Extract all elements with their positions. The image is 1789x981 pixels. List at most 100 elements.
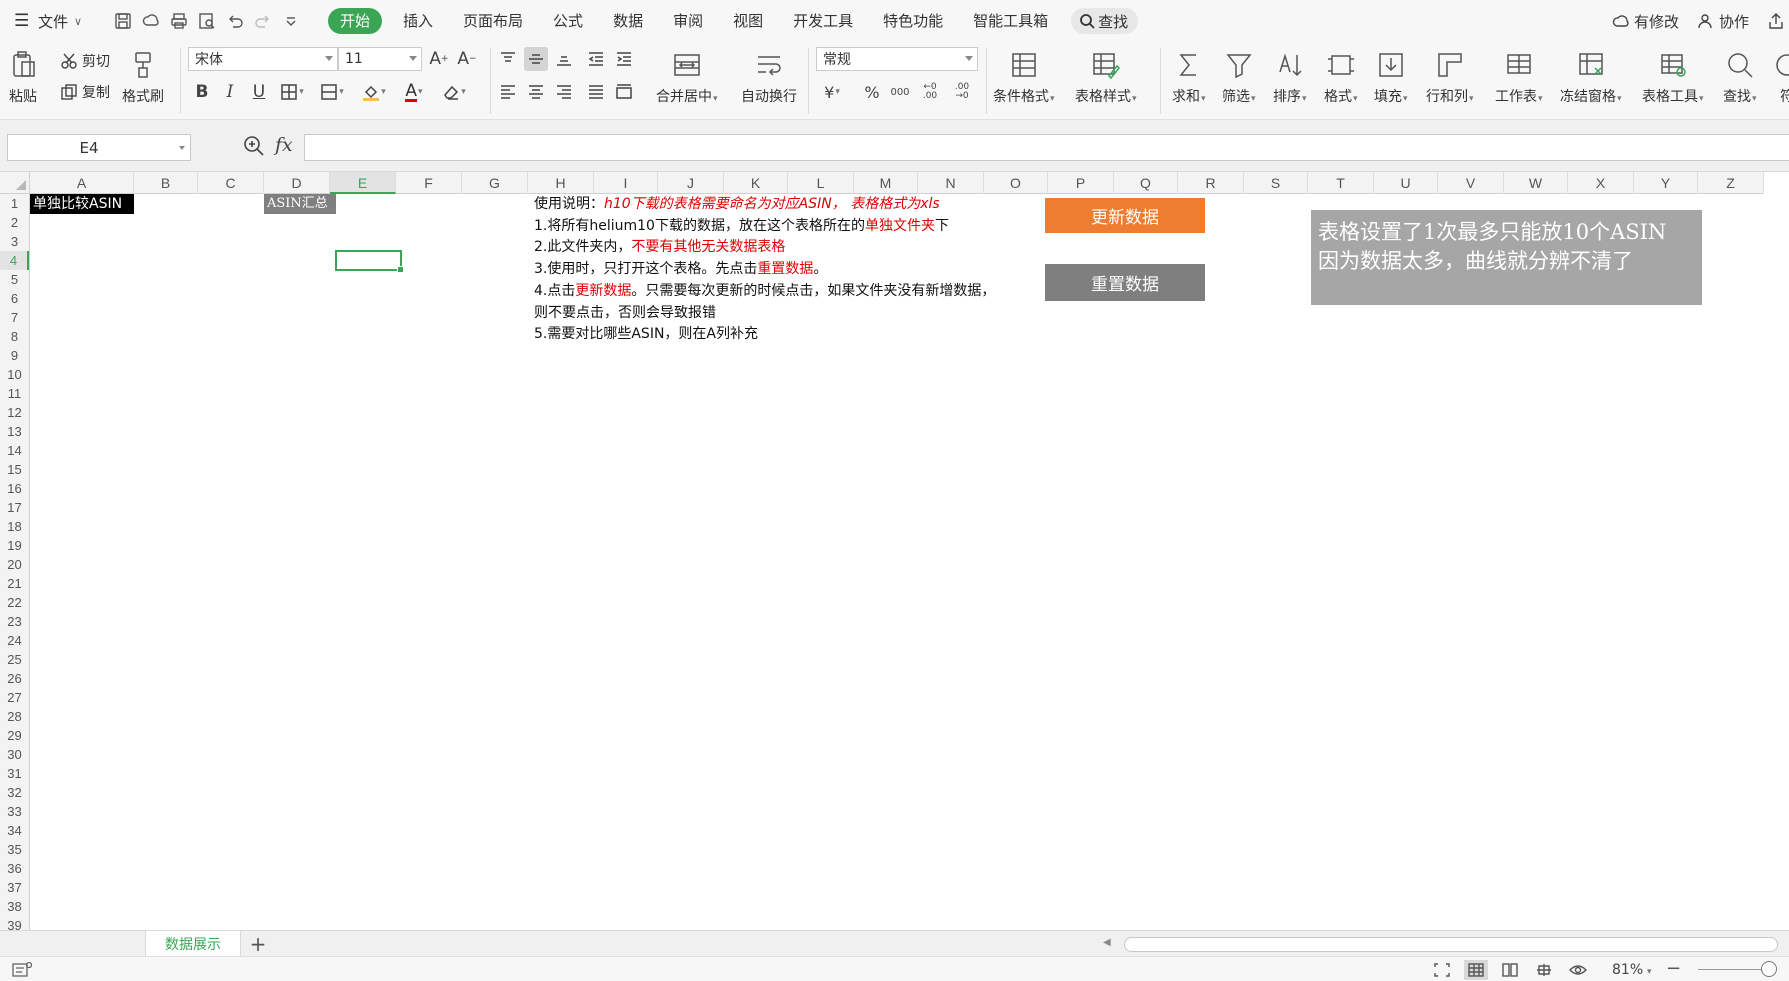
row-header-15[interactable]: 15 <box>0 460 29 479</box>
row-header-38[interactable]: 38 <box>0 897 29 916</box>
column-header-x[interactable]: X <box>1568 172 1634 194</box>
column-header-r[interactable]: R <box>1178 172 1244 194</box>
reset-data-button[interactable]: 重置数据 <box>1045 264 1205 301</box>
column-header-t[interactable]: T <box>1308 172 1374 194</box>
row-header-19[interactable]: 19 <box>0 536 29 555</box>
eye-protection-icon[interactable] <box>1566 960 1590 980</box>
row-col-button[interactable]: 行和列▾ <box>1426 46 1474 106</box>
distributed-icon[interactable] <box>612 80 636 104</box>
row-header-8[interactable]: 8 <box>0 327 29 346</box>
row-header-12[interactable]: 12 <box>0 403 29 422</box>
align-top-icon[interactable] <box>496 47 520 71</box>
decrease-indent-icon[interactable] <box>584 47 608 71</box>
column-header-v[interactable]: V <box>1438 172 1504 194</box>
tab-features[interactable]: 特色功能 <box>868 0 958 42</box>
row-header-21[interactable]: 21 <box>0 574 29 593</box>
customize-toolbar-icon[interactable] <box>280 10 302 32</box>
save-icon[interactable] <box>112 10 134 32</box>
wrap-text-button[interactable]: 自动换行 <box>741 46 797 106</box>
macro-record-icon[interactable] <box>12 961 33 981</box>
row-header-22[interactable]: 22 <box>0 593 29 612</box>
borders-icon[interactable]: ▾ <box>280 80 304 104</box>
tab-review[interactable]: 审阅 <box>658 0 718 42</box>
modified-status[interactable]: 有修改 <box>1612 11 1679 32</box>
row-header-34[interactable]: 34 <box>0 821 29 840</box>
column-header-c[interactable]: C <box>198 172 264 194</box>
copy-button[interactable]: 复制 <box>60 82 110 102</box>
row-header-30[interactable]: 30 <box>0 745 29 764</box>
increase-decimal-icon[interactable]: ←0.00 <box>918 80 942 104</box>
sort-button[interactable]: 排序▾ <box>1273 46 1307 106</box>
row-header-24[interactable]: 24 <box>0 631 29 650</box>
page-layout-view-icon[interactable] <box>1498 960 1522 980</box>
column-header-u[interactable]: U <box>1374 172 1438 194</box>
align-bottom-icon[interactable] <box>552 47 576 71</box>
decrease-font-size-icon[interactable]: A − <box>455 47 479 71</box>
horizontal-scrollbar[interactable] <box>1124 937 1778 952</box>
column-header-p[interactable]: P <box>1048 172 1114 194</box>
cut-button[interactable]: 剪切 <box>60 51 110 71</box>
row-header-13[interactable]: 13 <box>0 422 29 441</box>
column-header-j[interactable]: J <box>658 172 724 194</box>
zoom-out-icon[interactable]: − <box>1666 958 1681 979</box>
column-header-z[interactable]: Z <box>1698 172 1764 194</box>
tab-home[interactable]: 开始 <box>328 8 383 34</box>
row-header-35[interactable]: 35 <box>0 840 29 859</box>
tab-developer[interactable]: 开发工具 <box>778 0 868 42</box>
row-header-36[interactable]: 36 <box>0 859 29 878</box>
thousands-separator-icon[interactable]: 000 <box>888 80 912 104</box>
row-header-17[interactable]: 17 <box>0 498 29 517</box>
row-header-18[interactable]: 18 <box>0 517 29 536</box>
row-header-39[interactable]: 39 <box>0 916 29 930</box>
row-header-1[interactable]: 1 <box>0 194 29 213</box>
align-left-icon[interactable] <box>496 80 520 104</box>
row-header-25[interactable]: 25 <box>0 650 29 669</box>
row-header-32[interactable]: 32 <box>0 783 29 802</box>
tab-view[interactable]: 视图 <box>718 0 778 42</box>
zoom-slider-thumb[interactable] <box>1761 961 1777 977</box>
merge-center-button[interactable]: 合并居中▾ <box>656 46 718 106</box>
format-button[interactable]: 格式▾ <box>1324 46 1358 106</box>
column-header-b[interactable]: B <box>134 172 198 194</box>
row-header-37[interactable]: 37 <box>0 878 29 897</box>
share-button[interactable] <box>1767 12 1785 30</box>
row-header-26[interactable]: 26 <box>0 669 29 688</box>
column-header-w[interactable]: W <box>1504 172 1568 194</box>
freeze-panes-button[interactable]: 冻结窗格▾ <box>1560 46 1622 106</box>
decrease-decimal-icon[interactable]: .00 →0 <box>950 80 974 104</box>
number-format-select[interactable]: 常规 <box>816 47 978 71</box>
cloud-sync-icon[interactable] <box>140 10 162 32</box>
row-header-5[interactable]: 5 <box>0 270 29 289</box>
note-textbox[interactable]: 表格设置了1次最多只能放10个ASIN 因为数据太多，曲线就分辨不清了 <box>1311 210 1702 305</box>
column-header-a[interactable]: A <box>30 172 134 194</box>
percent-icon[interactable]: % <box>860 80 884 104</box>
increase-indent-icon[interactable] <box>612 47 636 71</box>
column-header-q[interactable]: Q <box>1114 172 1178 194</box>
add-sheet-icon[interactable]: + <box>247 933 269 955</box>
font-color-icon[interactable]: A ▾ <box>402 80 426 104</box>
undo-icon[interactable] <box>224 10 246 32</box>
row-header-2[interactable]: 2 <box>0 213 29 232</box>
normal-view-icon[interactable] <box>1464 960 1488 980</box>
row-header-14[interactable]: 14 <box>0 441 29 460</box>
collaborate-button[interactable]: 协作 <box>1697 11 1749 32</box>
fullscreen-icon[interactable] <box>1430 960 1454 980</box>
page-break-view-icon[interactable] <box>1532 960 1556 980</box>
tab-formulas[interactable]: 公式 <box>538 0 598 42</box>
column-header-e[interactable]: E <box>330 172 396 194</box>
column-header-f[interactable]: F <box>396 172 462 194</box>
row-header-23[interactable]: 23 <box>0 612 29 631</box>
tab-data[interactable]: 数据 <box>598 0 658 42</box>
increase-font-size-icon[interactable]: A + <box>427 47 451 71</box>
fill-color-icon[interactable]: ▾ <box>362 80 386 104</box>
row-header-10[interactable]: 10 <box>0 365 29 384</box>
row-header-29[interactable]: 29 <box>0 726 29 745</box>
fill-button[interactable]: 填充▾ <box>1374 46 1408 106</box>
align-middle-icon[interactable] <box>524 47 548 71</box>
row-header-27[interactable]: 27 <box>0 688 29 707</box>
worksheet-button[interactable]: 工作表▾ <box>1495 46 1543 106</box>
formula-input[interactable] <box>304 134 1789 161</box>
cell-style-icon[interactable]: ▾ <box>320 80 344 104</box>
sum-button[interactable]: 求和▾ <box>1172 46 1206 106</box>
row-header-6[interactable]: 6 <box>0 289 29 308</box>
